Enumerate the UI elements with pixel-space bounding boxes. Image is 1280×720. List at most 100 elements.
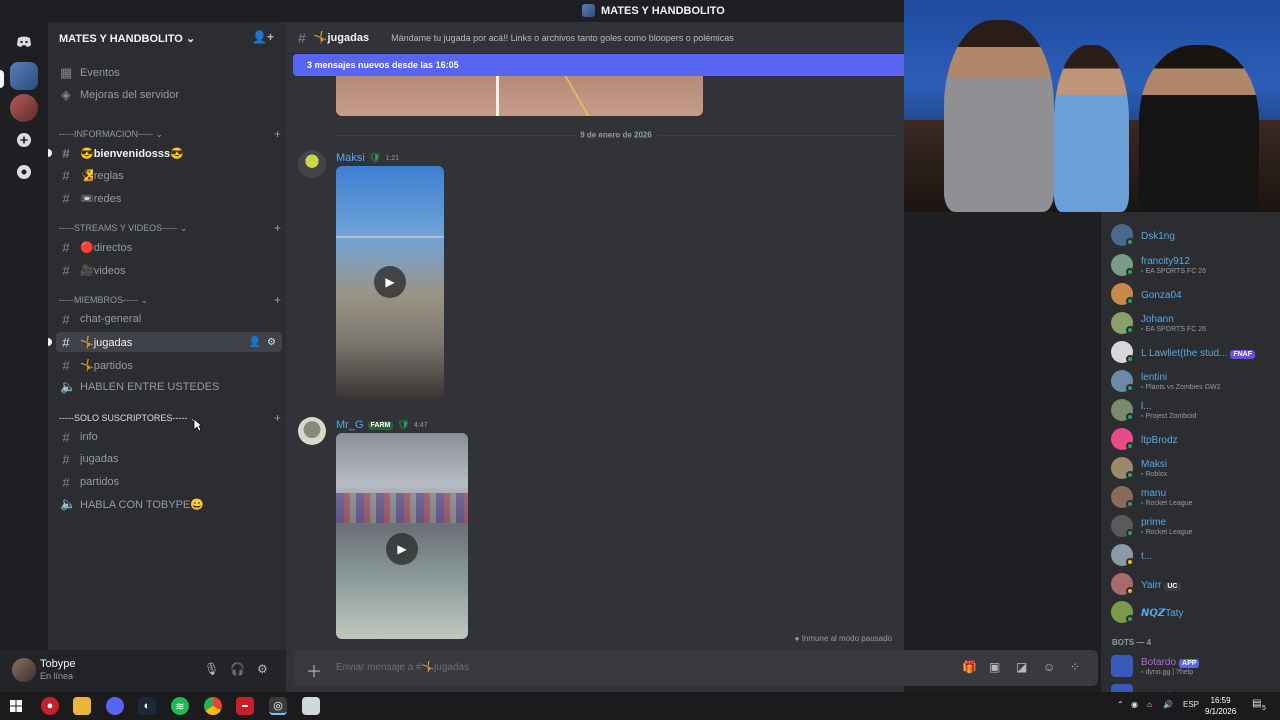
member-item[interactable]: l...Project Zomboid bbox=[1111, 397, 1276, 423]
add-attachment-icon[interactable]: ＋ bbox=[306, 658, 322, 682]
create-channel-icon[interactable]: + bbox=[274, 221, 281, 235]
channel-directos[interactable]: # 🔴directos bbox=[56, 237, 282, 257]
member-item[interactable]: Dsk1ng bbox=[1111, 222, 1276, 248]
channel-reglas[interactable]: # 🧏reglas bbox=[56, 165, 282, 185]
discord-taskbar-icon[interactable] bbox=[106, 697, 124, 715]
gear-icon[interactable]: ⚙ bbox=[267, 337, 276, 348]
volume-icon[interactable]: 🔊 bbox=[1163, 700, 1173, 709]
chevron-down-icon: ⌄ bbox=[140, 294, 149, 305]
channel-videos[interactable]: # 🎥videos bbox=[56, 260, 282, 280]
create-channel-icon[interactable]: + bbox=[274, 293, 281, 307]
message-author[interactable]: Maksi bbox=[336, 152, 365, 164]
member-item[interactable]: manuRocket League bbox=[1111, 484, 1276, 510]
create-channel-icon[interactable]: + bbox=[274, 411, 281, 425]
sticker-icon[interactable]: ◪ bbox=[1016, 660, 1027, 674]
channel-info[interactable]: # info bbox=[56, 427, 282, 447]
server-header[interactable]: MATES Y HANDBOLITO ⌄ 👤+ bbox=[48, 22, 286, 54]
avatar[interactable] bbox=[298, 417, 326, 445]
channel-partidos[interactable]: # 🤸partidos bbox=[56, 355, 282, 375]
message-input[interactable]: Enviar mensaje a #🤸jugadas bbox=[336, 662, 469, 673]
webcam-person-1 bbox=[944, 20, 1054, 212]
channel-jugadas-subs[interactable]: # jugadas bbox=[56, 449, 282, 469]
obs-icon[interactable]: ◎ bbox=[269, 697, 287, 715]
member-activity: Project Zomboid bbox=[1141, 413, 1196, 420]
avatar[interactable] bbox=[298, 150, 326, 178]
channel-redes[interactable]: # 📼redes bbox=[56, 188, 282, 208]
message-author[interactable]: Mr_G bbox=[336, 419, 364, 431]
gear-icon[interactable]: ⚙ bbox=[257, 662, 268, 676]
video-attachment[interactable]: ▶ bbox=[336, 166, 444, 399]
channel-chat-general[interactable]: # chat-general bbox=[56, 309, 282, 329]
notepad-icon[interactable] bbox=[302, 697, 320, 715]
window-title: MATES Y HANDBOLITO bbox=[582, 4, 725, 17]
member-item[interactable]: t... bbox=[1111, 542, 1276, 568]
play-icon[interactable]: ▶ bbox=[374, 266, 406, 298]
member-item[interactable]: ltpBrodz bbox=[1111, 426, 1276, 452]
app-icon-red[interactable]: ● bbox=[41, 697, 59, 715]
apps-icon[interactable]: ⁘ bbox=[1070, 660, 1080, 674]
emoji-icon[interactable]: ☺ bbox=[1043, 660, 1055, 674]
member-item[interactable]: L Lawliet(the stud... FNAF bbox=[1111, 339, 1276, 365]
tray-chevron-up-icon[interactable]: ⌃ bbox=[1117, 700, 1124, 709]
network-icon[interactable]: ⌂ bbox=[1147, 700, 1152, 709]
bots-header: BOTS — 4 bbox=[1112, 638, 1152, 647]
file-explorer-icon[interactable] bbox=[73, 697, 91, 715]
play-icon[interactable]: ▶ bbox=[386, 533, 418, 565]
member-item[interactable]: Gonza04 bbox=[1111, 281, 1276, 307]
gif-icon[interactable]: ▣ bbox=[989, 660, 1000, 674]
channel-title: 🤸jugadas bbox=[313, 32, 370, 44]
member-item[interactable]: MaksiRoblox bbox=[1111, 455, 1276, 481]
chrome-icon[interactable] bbox=[204, 697, 222, 715]
video-attachment[interactable]: ▶ bbox=[336, 433, 468, 639]
message-composer[interactable]: ＋ Enviar mensaje a #🤸jugadas 🎁 ▣ ◪ ☺ ⁘ bbox=[294, 650, 1098, 686]
category-streams[interactable]: -----STREAMS Y VIDEOS----- ⌄ + bbox=[59, 221, 281, 235]
add-server-icon[interactable] bbox=[10, 126, 38, 154]
sidebar-item-eventos[interactable]: ▦ Eventos bbox=[56, 63, 282, 83]
channel-jugadas[interactable]: # 🤸jugadas 👤 ⚙ bbox=[56, 332, 282, 352]
gift-icon[interactable]: 🎁 bbox=[962, 660, 977, 674]
category-solo-suscriptores[interactable]: -----SOLO SUSCRIPTORES----- ⌄ + bbox=[59, 411, 281, 425]
member-tag: FNAF bbox=[1230, 350, 1256, 359]
channel-topic[interactable]: Mándame tu jugada por acá!! Links o arch… bbox=[391, 33, 734, 43]
member-item[interactable]: JohannEA SPORTS FC 26 bbox=[1111, 310, 1276, 336]
discord-home-icon[interactable] bbox=[10, 28, 38, 56]
taskbar-clock[interactable]: 16:59 9/1/2026 bbox=[1205, 695, 1236, 717]
member-item[interactable]: lentiniPlants vs Zombies GW2 bbox=[1111, 368, 1276, 394]
server-2-icon[interactable] bbox=[10, 94, 38, 122]
channel-bienvenidosss[interactable]: # 😎bienvenidosss😎 bbox=[56, 143, 282, 163]
voice-hablen-entre-ustedes[interactable]: 🔈 HABLEN ENTRE USTEDES bbox=[56, 377, 282, 397]
member-name: ltpBrodz bbox=[1141, 435, 1178, 446]
member-item[interactable]: 𝙉𝙌𝙕Taty bbox=[1111, 599, 1276, 625]
hash-icon: # bbox=[62, 190, 70, 206]
spotify-icon[interactable]: ≋ bbox=[171, 697, 189, 715]
headphones-icon[interactable]: 🎧 bbox=[230, 662, 245, 676]
category-miembros[interactable]: -----MIEMBROS----- ⌄ + bbox=[59, 293, 281, 307]
video-attachment-previous[interactable] bbox=[336, 76, 703, 116]
category-informacion[interactable]: -----INFORMACION----- ⌄ + bbox=[59, 127, 281, 141]
bot-item[interactable]: BotardoAPPdyno.gg | ?help bbox=[1111, 653, 1276, 679]
invite-people-icon[interactable]: 👤+ bbox=[252, 30, 274, 44]
voice-habla-con-tobype[interactable]: 🔈 HABLA CON TOBYPE😄 bbox=[56, 494, 282, 514]
app-icon-badge[interactable]: ▬ bbox=[236, 697, 254, 715]
member-activity: Rocket League bbox=[1141, 500, 1192, 507]
steam-icon[interactable]: ◐ bbox=[138, 697, 156, 715]
language-indicator[interactable]: ESP bbox=[1183, 700, 1199, 709]
tray-app-icon[interactable]: ◉ bbox=[1131, 700, 1138, 709]
invite-icon[interactable]: 👤 bbox=[249, 337, 261, 348]
member-tag: UC bbox=[1164, 582, 1181, 591]
member-item[interactable]: francity912EA SPORTS FC 26 bbox=[1111, 252, 1276, 278]
create-channel-icon[interactable]: + bbox=[274, 127, 281, 141]
channel-partidos-subs[interactable]: # partidos bbox=[56, 472, 282, 492]
member-item[interactable]: primeRocket League bbox=[1111, 513, 1276, 539]
explore-servers-icon[interactable] bbox=[10, 158, 38, 186]
avatar[interactable] bbox=[12, 658, 36, 682]
notifications-icon[interactable]: ▤ bbox=[1252, 698, 1261, 709]
category-label: -----SOLO SUSCRIPTORES----- bbox=[59, 413, 188, 423]
windows-start-icon[interactable] bbox=[7, 697, 25, 715]
new-messages-bar[interactable]: 3 mensajes nuevos desde las 16:05 bbox=[293, 54, 904, 76]
sidebar-item-mejoras[interactable]: ◈ Mejoras del servidor bbox=[56, 85, 282, 105]
member-item[interactable]: Yairr UC bbox=[1111, 571, 1276, 597]
microphone-icon[interactable]: 🎙 bbox=[204, 662, 219, 676]
server-mates-y-handbolito-icon[interactable] bbox=[10, 62, 38, 90]
bot-item[interactable]: BotardoAPP bbox=[1111, 682, 1276, 692]
